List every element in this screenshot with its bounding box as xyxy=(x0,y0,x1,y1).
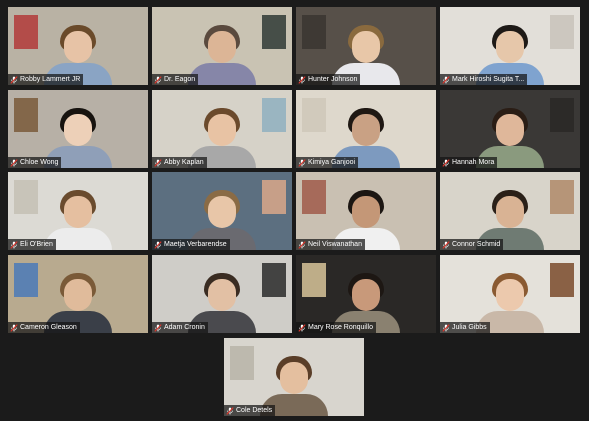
video-tile[interactable]: Cameron Gleason xyxy=(8,255,148,333)
participant-name-tag: Abby Kaplan xyxy=(152,157,207,168)
mic-muted-icon xyxy=(10,240,18,249)
background-object xyxy=(262,180,286,214)
background-object xyxy=(550,98,574,132)
video-tile[interactable]: Dr. Eagon xyxy=(152,7,292,85)
participant-name-tag: Connor Schmid xyxy=(440,239,504,250)
participant-name: Neil Viswanathan xyxy=(308,241,362,248)
participant-name: Cole Detels xyxy=(236,407,273,414)
background-object xyxy=(230,346,254,380)
participant-name-tag: Maetja Verbarendse xyxy=(152,239,230,250)
participant-name-tag: Cameron Gleason xyxy=(8,322,80,333)
participant-name-tag: Adam Cronin xyxy=(152,322,208,333)
mic-muted-icon xyxy=(226,406,234,415)
mic-muted-icon xyxy=(154,75,162,84)
background-object xyxy=(262,15,286,49)
participant-name: Kimiya Ganjooi xyxy=(308,159,356,166)
participant-name-tag: Neil Viswanathan xyxy=(296,239,365,250)
participant-name: Mark Hiroshi Sugita T... xyxy=(452,76,525,83)
mic-muted-icon xyxy=(154,323,162,332)
video-tile[interactable]: Connor Schmid xyxy=(440,172,580,250)
mic-muted-icon xyxy=(154,240,162,249)
video-tile[interactable]: Eli O'Brien xyxy=(8,172,148,250)
participant-name: Connor Schmid xyxy=(452,241,501,248)
background-object xyxy=(14,98,38,132)
mic-muted-icon xyxy=(442,158,450,167)
participant-name: Chloe Wong xyxy=(20,159,59,166)
background-object xyxy=(550,15,574,49)
video-tile[interactable]: Hunter Johnson xyxy=(296,7,436,85)
video-gallery: Robby Lammert JR Dr. Eagon Hunter Johnso… xyxy=(0,0,589,421)
mic-muted-icon xyxy=(298,240,306,249)
background-object xyxy=(302,15,326,49)
participant-name: Dr. Eagon xyxy=(164,76,196,83)
participant-name-tag: Mary Rose Ronquillo xyxy=(296,322,376,333)
mic-muted-icon xyxy=(10,323,18,332)
background-object xyxy=(14,15,38,49)
background-object xyxy=(262,263,286,297)
participant-name: Hannah Mora xyxy=(452,159,495,166)
mic-muted-icon xyxy=(10,75,18,84)
background-object xyxy=(14,180,38,214)
video-tile[interactable]: Cole Detels xyxy=(224,338,364,416)
participant-name: Abby Kaplan xyxy=(164,159,204,166)
participant-name: Hunter Johnson xyxy=(308,76,358,83)
mic-muted-icon xyxy=(10,158,18,167)
participant-name-tag: Dr. Eagon xyxy=(152,74,199,85)
background-object xyxy=(550,263,574,297)
participant-name-tag: Chloe Wong xyxy=(8,157,62,168)
participant-name-tag: Cole Detels xyxy=(224,405,276,416)
background-object xyxy=(302,98,326,132)
background-object xyxy=(14,263,38,297)
participant-name-tag: Eli O'Brien xyxy=(8,239,56,250)
video-tile[interactable]: Mark Hiroshi Sugita T... xyxy=(440,7,580,85)
video-tile[interactable]: Hannah Mora xyxy=(440,90,580,168)
participant-name: Adam Cronin xyxy=(164,324,205,331)
video-tile[interactable]: Julia Gibbs xyxy=(440,255,580,333)
participant-name-tag: Kimiya Ganjooi xyxy=(296,157,359,168)
video-tile[interactable]: Abby Kaplan xyxy=(152,90,292,168)
participant-name-tag: Mark Hiroshi Sugita T... xyxy=(440,74,528,85)
participant-name-tag: Robby Lammert JR xyxy=(8,74,84,85)
video-tile[interactable]: Mary Rose Ronquillo xyxy=(296,255,436,333)
mic-muted-icon xyxy=(442,75,450,84)
participant-name-tag: Julia Gibbs xyxy=(440,322,490,333)
mic-muted-icon xyxy=(298,158,306,167)
mic-muted-icon xyxy=(442,240,450,249)
video-tile[interactable]: Maetja Verbarendse xyxy=(152,172,292,250)
participant-name: Mary Rose Ronquillo xyxy=(308,324,373,331)
participant-name: Cameron Gleason xyxy=(20,324,77,331)
mic-muted-icon xyxy=(442,323,450,332)
background-object xyxy=(302,263,326,297)
background-object xyxy=(550,180,574,214)
participant-name: Eli O'Brien xyxy=(20,241,53,248)
video-tile[interactable]: Neil Viswanathan xyxy=(296,172,436,250)
background-object xyxy=(262,98,286,132)
mic-muted-icon xyxy=(298,323,306,332)
video-tile[interactable]: Adam Cronin xyxy=(152,255,292,333)
participant-name: Julia Gibbs xyxy=(452,324,487,331)
mic-muted-icon xyxy=(298,75,306,84)
background-object xyxy=(302,180,326,214)
video-tile[interactable]: Kimiya Ganjooi xyxy=(296,90,436,168)
participant-name-tag: Hannah Mora xyxy=(440,157,498,168)
participant-name: Robby Lammert JR xyxy=(20,76,81,83)
video-tile[interactable]: Chloe Wong xyxy=(8,90,148,168)
participant-name-tag: Hunter Johnson xyxy=(296,74,361,85)
participant-name: Maetja Verbarendse xyxy=(164,241,227,248)
video-tile[interactable]: Robby Lammert JR xyxy=(8,7,148,85)
mic-muted-icon xyxy=(154,158,162,167)
